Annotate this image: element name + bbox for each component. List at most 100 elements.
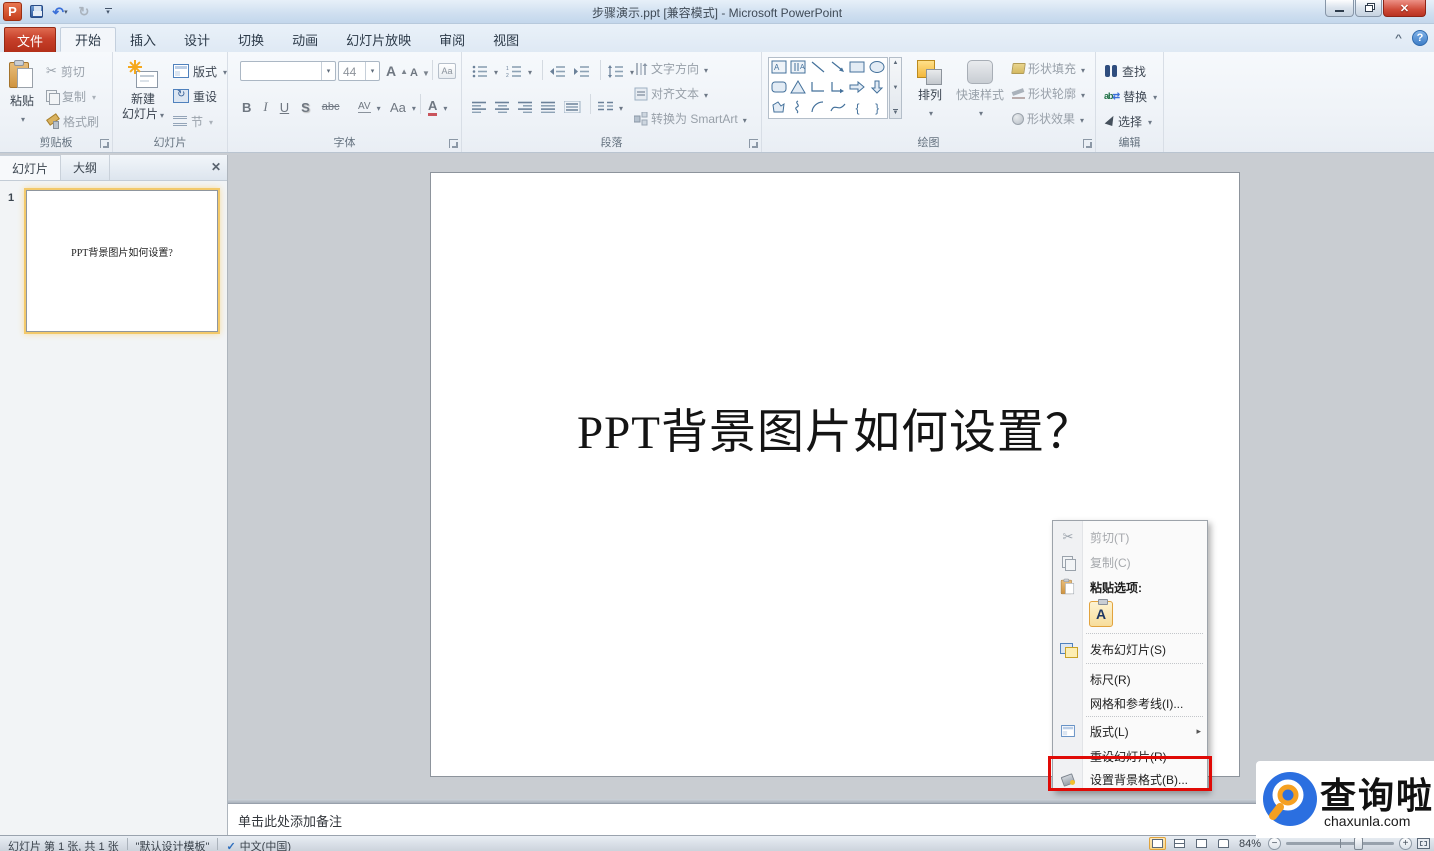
quick-styles-dropdown-arrow[interactable] bbox=[977, 105, 983, 119]
menu-item-grid-guides[interactable]: 网格和参考线(I)... bbox=[1053, 691, 1207, 715]
arrange-button[interactable]: 排列 bbox=[908, 56, 952, 132]
align-center-button[interactable] bbox=[495, 101, 510, 113]
restore-button[interactable] bbox=[1355, 0, 1382, 17]
shape-fill-dropdown-arrow[interactable] bbox=[1079, 62, 1085, 76]
tab-design[interactable]: 设计 bbox=[170, 27, 224, 52]
strikethrough-button[interactable]: abc bbox=[322, 101, 340, 113]
align-text-button[interactable]: 对齐文本 bbox=[634, 85, 708, 102]
align-text-dropdown-arrow[interactable] bbox=[702, 87, 708, 101]
increase-indent-button[interactable] bbox=[574, 60, 590, 82]
shape-arrow[interactable] bbox=[830, 60, 846, 77]
section-button[interactable]: 节 bbox=[173, 110, 213, 132]
slide-sorter-view-button[interactable] bbox=[1171, 837, 1188, 850]
zoom-in-button[interactable]: + bbox=[1399, 837, 1412, 850]
shapes-scroll-down-icon[interactable]: ▼ bbox=[893, 85, 899, 91]
fit-to-window-button[interactable] bbox=[1417, 838, 1430, 849]
shapes-gallery-scrollbar[interactable]: ▲ ▼ ▼ bbox=[889, 57, 902, 119]
copy-dropdown-arrow[interactable] bbox=[90, 89, 96, 103]
notes-pane[interactable]: 单击此处添加备注 bbox=[228, 803, 1434, 835]
tab-view[interactable]: 视图 bbox=[479, 27, 533, 52]
shape-line[interactable] bbox=[810, 60, 826, 77]
shape-oval[interactable] bbox=[869, 60, 885, 77]
font-name-combobox[interactable]: ▾ bbox=[240, 61, 336, 81]
font-size-combobox[interactable]: 44▾ bbox=[338, 61, 380, 81]
replace-button[interactable]: ab⇄ 替换 bbox=[1104, 85, 1157, 107]
grow-font-button[interactable]: A▲ bbox=[386, 60, 408, 82]
text-direction-dropdown-arrow[interactable] bbox=[702, 62, 708, 76]
copy-button[interactable]: 复制 bbox=[46, 85, 96, 107]
shape-curve[interactable] bbox=[830, 100, 846, 117]
menu-item-ruler[interactable]: 标尺(R) bbox=[1053, 667, 1207, 691]
paragraph-dialog-launcher[interactable] bbox=[749, 139, 758, 148]
decrease-indent-button[interactable] bbox=[550, 60, 566, 82]
shape-scribble[interactable] bbox=[790, 100, 806, 117]
slide-thumbnail-item[interactable]: 1 PPT背景图片如何设置? bbox=[6, 188, 220, 338]
underline-button[interactable]: U bbox=[280, 100, 289, 115]
shape-triangle[interactable] bbox=[790, 80, 806, 97]
convert-smartart-button[interactable]: 转换为 SmartArt bbox=[634, 110, 747, 127]
shape-fill-button[interactable]: 形状填充 bbox=[1012, 60, 1085, 77]
reset-button[interactable]: 重设 bbox=[173, 85, 217, 107]
new-slide-button[interactable]: 新建 幻灯片 bbox=[119, 56, 167, 132]
paste-option-keep-text[interactable]: A bbox=[1089, 601, 1113, 627]
bullets-dropdown-arrow[interactable] bbox=[492, 64, 498, 78]
bold-button[interactable]: B bbox=[242, 100, 251, 115]
slide-thumbnail[interactable]: PPT背景图片如何设置? bbox=[26, 190, 218, 332]
tab-insert[interactable]: 插入 bbox=[116, 27, 170, 52]
zoom-slider-thumb[interactable] bbox=[1354, 837, 1363, 850]
shape-outline-button[interactable]: 形状轮廓 bbox=[1012, 85, 1085, 102]
shape-arc[interactable] bbox=[810, 100, 826, 117]
paste-dropdown-arrow[interactable] bbox=[19, 111, 25, 125]
smartart-dropdown-arrow[interactable] bbox=[741, 112, 747, 126]
numbering-button[interactable]: 12 bbox=[506, 60, 532, 82]
line-spacing-button[interactable] bbox=[608, 60, 634, 82]
tab-review[interactable]: 审阅 bbox=[425, 27, 479, 52]
drawing-dialog-launcher[interactable] bbox=[1083, 139, 1092, 148]
shapes-gallery-more-icon[interactable]: ▼ bbox=[893, 109, 899, 116]
shape-freeform[interactable] bbox=[771, 100, 787, 117]
menu-item-layout[interactable]: 版式(L) ▸ bbox=[1053, 719, 1207, 743]
text-shadow-button[interactable]: S bbox=[301, 100, 310, 115]
shape-rounded-rectangle[interactable] bbox=[771, 80, 787, 97]
shape-left-brace[interactable]: { bbox=[855, 101, 859, 115]
language-indicator[interactable]: ✓中文(中国) bbox=[218, 836, 299, 851]
layout-button[interactable]: 版式 bbox=[173, 60, 227, 82]
slideshow-view-button[interactable] bbox=[1215, 837, 1232, 850]
shapes-scroll-up-icon[interactable]: ▲ bbox=[893, 60, 899, 66]
tab-transitions[interactable]: 切换 bbox=[224, 27, 278, 52]
reading-view-button[interactable] bbox=[1193, 837, 1210, 850]
slide-title-text[interactable]: PPT背景图片如何设置？ bbox=[431, 393, 1239, 462]
shape-rectangle[interactable] bbox=[849, 60, 865, 77]
zoom-level[interactable]: 84% bbox=[1237, 837, 1263, 850]
section-dropdown-arrow[interactable] bbox=[207, 114, 213, 128]
shapes-gallery[interactable]: A A { } bbox=[768, 57, 888, 119]
menu-item-copy[interactable]: 复制(C) bbox=[1053, 550, 1207, 574]
shape-effects-dropdown-arrow[interactable] bbox=[1078, 112, 1084, 126]
font-color-button[interactable]: A bbox=[428, 96, 447, 118]
replace-dropdown-arrow[interactable] bbox=[1151, 89, 1157, 103]
shape-elbow-arrow-connector[interactable] bbox=[830, 80, 846, 97]
shape-vertical-text-box[interactable]: A bbox=[790, 60, 806, 77]
select-button[interactable]: 选择 bbox=[1104, 110, 1152, 132]
change-case-button[interactable]: Aa bbox=[390, 96, 416, 118]
help-button[interactable]: ? bbox=[1412, 30, 1428, 46]
columns-button[interactable] bbox=[598, 96, 623, 118]
shape-effects-button[interactable]: 形状效果 bbox=[1012, 110, 1084, 127]
menu-item-publish-slides[interactable]: 发布幻灯片(S) bbox=[1053, 637, 1207, 661]
tab-file[interactable]: 文件 bbox=[4, 27, 56, 52]
tab-slideshow[interactable]: 幻灯片放映 bbox=[332, 27, 425, 52]
font-size-dropdown-arrow[interactable]: ▾ bbox=[365, 62, 379, 80]
numbering-dropdown-arrow[interactable] bbox=[526, 64, 532, 78]
find-button[interactable]: 查找 bbox=[1104, 60, 1146, 82]
tab-animations[interactable]: 动画 bbox=[278, 27, 332, 52]
minimize-button[interactable] bbox=[1325, 0, 1354, 17]
tab-outline[interactable]: 大纲 bbox=[61, 155, 110, 180]
zoom-out-button[interactable]: − bbox=[1268, 837, 1281, 850]
font-name-dropdown-arrow[interactable]: ▾ bbox=[321, 62, 335, 80]
clipboard-dialog-launcher[interactable] bbox=[100, 139, 109, 148]
shape-right-brace[interactable]: } bbox=[875, 101, 879, 115]
justify-button[interactable] bbox=[541, 101, 556, 113]
shape-right-arrow[interactable] bbox=[849, 80, 865, 97]
shape-down-arrow[interactable] bbox=[869, 80, 885, 97]
cut-button[interactable]: ✂ 剪切 bbox=[46, 60, 85, 82]
